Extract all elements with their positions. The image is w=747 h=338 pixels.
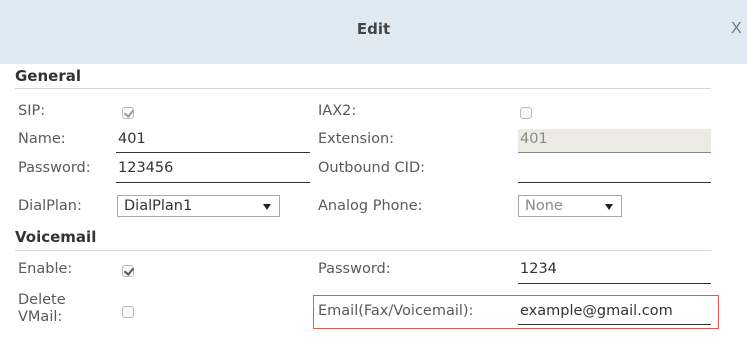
analog-phone-selected-value: None xyxy=(525,198,563,214)
section-divider xyxy=(15,88,711,89)
section-divider xyxy=(15,250,711,251)
dialplan-label: DialPlan: xyxy=(18,198,82,214)
voicemail-enable-label: Enable: xyxy=(18,261,73,277)
section-general-heading: General xyxy=(15,67,81,85)
voicemail-password-underline xyxy=(518,283,711,284)
name-input[interactable]: 401 xyxy=(118,131,146,147)
checkmark-icon xyxy=(123,107,135,118)
delete-vmail-checkbox[interactable] xyxy=(122,306,134,318)
delete-vmail-label: Delete VMail: xyxy=(18,292,66,326)
close-icon[interactable]: X xyxy=(731,20,742,38)
analog-phone-label: Analog Phone: xyxy=(318,198,423,214)
name-label: Name: xyxy=(18,131,66,147)
chevron-down-icon xyxy=(263,204,271,210)
sip-checkbox[interactable] xyxy=(122,107,135,119)
delete-vmail-label-line1: Delete xyxy=(18,292,66,308)
dialplan-selected-value: DialPlan1 xyxy=(124,198,193,214)
voicemail-enable-checkbox[interactable] xyxy=(122,265,135,277)
email-input-underline xyxy=(518,324,711,325)
extension-label: Extension: xyxy=(318,131,395,147)
dialog-titlebar: Edit X xyxy=(0,0,747,64)
email-input[interactable]: example@gmail.com xyxy=(520,303,673,319)
dialog-title: Edit xyxy=(356,20,391,38)
section-voicemail-heading: Voicemail xyxy=(15,228,97,246)
voicemail-password-input[interactable]: 1234 xyxy=(520,261,557,277)
checkmark-icon xyxy=(123,265,135,276)
analog-phone-select[interactable]: None xyxy=(518,195,622,217)
name-input-underline xyxy=(116,152,310,153)
sip-label: SIP: xyxy=(18,103,46,119)
iax2-label: IAX2: xyxy=(318,103,357,119)
iax2-checkbox[interactable] xyxy=(520,107,532,119)
dialplan-select[interactable]: DialPlan1 xyxy=(117,195,280,217)
password-input[interactable]: 123456 xyxy=(118,160,173,176)
outbound-cid-label: Outbound CID: xyxy=(318,160,426,176)
email-label: Email(Fax/Voicemail): xyxy=(318,303,474,319)
voicemail-password-label: Password: xyxy=(318,261,391,277)
password-input-underline xyxy=(116,182,310,183)
delete-vmail-label-line2: VMail: xyxy=(18,309,63,325)
chevron-down-icon xyxy=(605,204,613,210)
password-label: Password: xyxy=(18,160,91,176)
extension-value: 401 xyxy=(520,131,548,147)
outbound-cid-underline xyxy=(518,182,711,183)
